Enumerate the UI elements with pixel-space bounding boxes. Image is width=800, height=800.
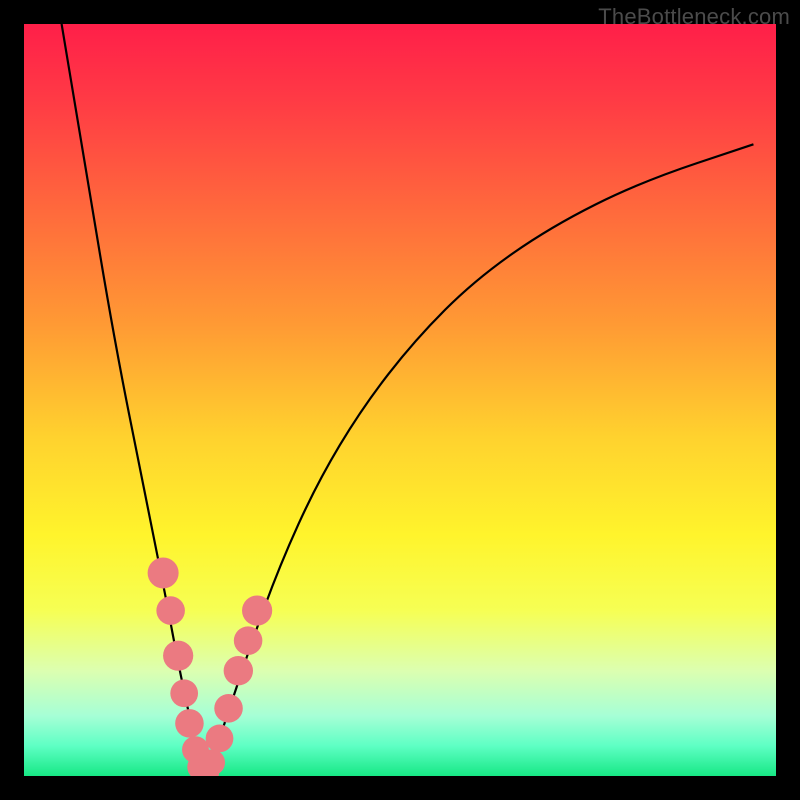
marker-point [206,725,234,753]
marker-point [148,557,179,588]
watermark-text: TheBottleneck.com [598,4,790,30]
chart-frame [24,24,776,776]
marker-point [156,596,185,625]
marker-point [242,595,272,625]
marker-point [170,679,198,707]
marker-point [214,694,243,723]
background-gradient [24,24,776,776]
marker-point [234,626,263,655]
chart-svg [24,24,776,776]
marker-point [199,749,225,775]
marker-point [175,709,204,738]
marker-point [163,641,193,671]
marker-point [224,656,253,685]
